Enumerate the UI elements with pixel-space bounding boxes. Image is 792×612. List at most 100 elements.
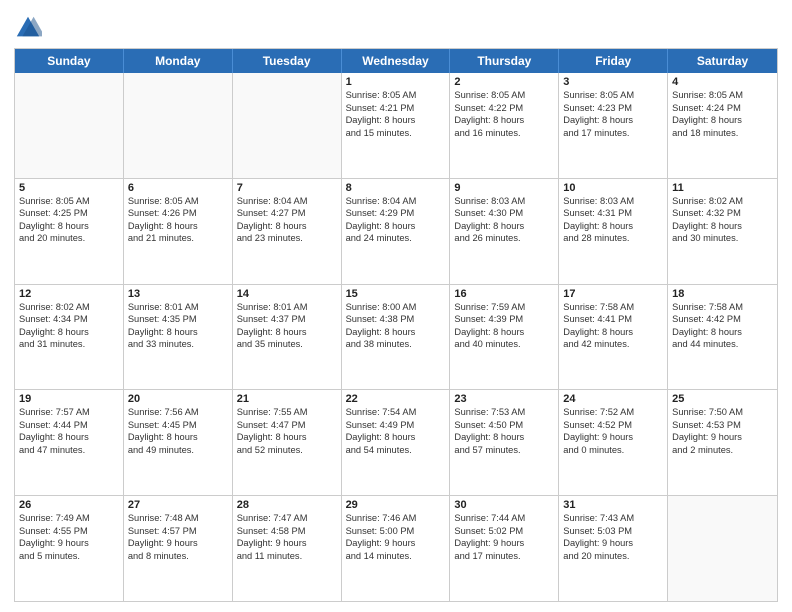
- cell-info-line: Sunset: 4:32 PM: [672, 207, 773, 220]
- cell-info-line: Sunset: 5:02 PM: [454, 525, 554, 538]
- cell-info-line: and 17 minutes.: [454, 550, 554, 563]
- cell-info-line: Sunrise: 8:05 AM: [128, 195, 228, 208]
- day-number: 8: [346, 182, 446, 194]
- cell-info-line: Sunset: 4:23 PM: [563, 102, 663, 115]
- table-row: 3Sunrise: 8:05 AMSunset: 4:23 PMDaylight…: [559, 73, 668, 178]
- cell-info-line: Sunrise: 7:43 AM: [563, 512, 663, 525]
- cell-info-line: Sunrise: 8:05 AM: [454, 89, 554, 102]
- logo-icon: [14, 14, 42, 42]
- cell-info-line: and 17 minutes.: [563, 127, 663, 140]
- table-row: 18Sunrise: 7:58 AMSunset: 4:42 PMDayligh…: [668, 285, 777, 390]
- day-number: 21: [237, 393, 337, 405]
- logo: [14, 14, 46, 42]
- day-number: 16: [454, 288, 554, 300]
- header-cell-thursday: Thursday: [450, 49, 559, 73]
- table-row: 30Sunrise: 7:44 AMSunset: 5:02 PMDayligh…: [450, 496, 559, 601]
- table-row: 11Sunrise: 8:02 AMSunset: 4:32 PMDayligh…: [668, 179, 777, 284]
- cell-info-line: Sunset: 4:27 PM: [237, 207, 337, 220]
- calendar-week-5: 26Sunrise: 7:49 AMSunset: 4:55 PM Dayligh…: [15, 495, 777, 601]
- cell-info-line: Sunset: 4:29 PM: [346, 207, 446, 220]
- cell-info-line: and 42 minutes.: [563, 338, 663, 351]
- table-row: 1Sunrise: 8:05 AMSunset: 4:21 PMDaylight…: [342, 73, 451, 178]
- cell-info-line: Sunrise: 8:05 AM: [346, 89, 446, 102]
- cell-info-line: Sunrise: 7:55 AM: [237, 406, 337, 419]
- table-row: 10Sunrise: 8:03 AMSunset: 4:31 PMDayligh…: [559, 179, 668, 284]
- day-number: 10: [563, 182, 663, 194]
- cell-info-line: Daylight: 8 hours: [128, 220, 228, 233]
- table-row: 16Sunrise: 7:59 AMSunset: 4:39 PMDayligh…: [450, 285, 559, 390]
- table-row: 26Sunrise: 7:49 AMSunset: 4:55 PMDayligh…: [15, 496, 124, 601]
- cell-info-line: and 49 minutes.: [128, 444, 228, 457]
- cell-info-line: and 21 minutes.: [128, 232, 228, 245]
- cell-info-line: Sunset: 4:22 PM: [454, 102, 554, 115]
- cell-info-line: Sunset: 4:37 PM: [237, 313, 337, 326]
- day-number: 30: [454, 499, 554, 511]
- cell-info-line: Sunset: 4:21 PM: [346, 102, 446, 115]
- table-row: 6Sunrise: 8:05 AMSunset: 4:26 PMDaylight…: [124, 179, 233, 284]
- cell-info-line: Daylight: 9 hours: [563, 537, 663, 550]
- cell-info-line: Sunrise: 8:05 AM: [563, 89, 663, 102]
- cell-info-line: Sunrise: 8:00 AM: [346, 301, 446, 314]
- cell-info-line: Sunset: 4:52 PM: [563, 419, 663, 432]
- cell-info-line: Sunrise: 8:05 AM: [672, 89, 773, 102]
- day-number: 31: [563, 499, 663, 511]
- cell-info-line: Daylight: 9 hours: [128, 537, 228, 550]
- table-row: 29Sunrise: 7:46 AMSunset: 5:00 PMDayligh…: [342, 496, 451, 601]
- cell-info-line: Daylight: 8 hours: [454, 326, 554, 339]
- cell-info-line: Daylight: 8 hours: [237, 326, 337, 339]
- cell-info-line: Sunrise: 8:05 AM: [19, 195, 119, 208]
- cell-info-line: and 8 minutes.: [128, 550, 228, 563]
- day-number: 5: [19, 182, 119, 194]
- day-number: 26: [19, 499, 119, 511]
- day-number: 22: [346, 393, 446, 405]
- table-row: 31Sunrise: 7:43 AMSunset: 5:03 PMDayligh…: [559, 496, 668, 601]
- cell-info-line: and 38 minutes.: [346, 338, 446, 351]
- cell-info-line: and 30 minutes.: [672, 232, 773, 245]
- calendar-header-row: SundayMondayTuesdayWednesdayThursdayFrid…: [15, 49, 777, 73]
- cell-info-line: Sunset: 5:03 PM: [563, 525, 663, 538]
- header-cell-tuesday: Tuesday: [233, 49, 342, 73]
- day-number: 1: [346, 76, 446, 88]
- cell-info-line: Sunset: 4:49 PM: [346, 419, 446, 432]
- day-number: 25: [672, 393, 773, 405]
- calendar-week-2: 5Sunrise: 8:05 AMSunset: 4:25 PMDaylight…: [15, 178, 777, 284]
- cell-info-line: Daylight: 8 hours: [128, 326, 228, 339]
- cell-info-line: and 18 minutes.: [672, 127, 773, 140]
- cell-info-line: and 28 minutes.: [563, 232, 663, 245]
- cell-info-line: Daylight: 9 hours: [237, 537, 337, 550]
- cell-info-line: Daylight: 8 hours: [346, 431, 446, 444]
- table-row: 27Sunrise: 7:48 AMSunset: 4:57 PMDayligh…: [124, 496, 233, 601]
- day-number: 14: [237, 288, 337, 300]
- cell-info-line: Sunset: 4:35 PM: [128, 313, 228, 326]
- cell-info-line: Sunrise: 8:03 AM: [563, 195, 663, 208]
- table-row: 2Sunrise: 8:05 AMSunset: 4:22 PMDaylight…: [450, 73, 559, 178]
- cell-info-line: Sunrise: 7:52 AM: [563, 406, 663, 419]
- cell-info-line: and 33 minutes.: [128, 338, 228, 351]
- day-number: 4: [672, 76, 773, 88]
- cell-info-line: Daylight: 8 hours: [672, 326, 773, 339]
- table-row: 28Sunrise: 7:47 AMSunset: 4:58 PMDayligh…: [233, 496, 342, 601]
- cell-info-line: Sunset: 4:55 PM: [19, 525, 119, 538]
- cell-info-line: Sunrise: 7:58 AM: [563, 301, 663, 314]
- table-row: 25Sunrise: 7:50 AMSunset: 4:53 PMDayligh…: [668, 390, 777, 495]
- cell-info-line: Sunset: 4:38 PM: [346, 313, 446, 326]
- cell-info-line: Sunrise: 7:58 AM: [672, 301, 773, 314]
- table-row: 20Sunrise: 7:56 AMSunset: 4:45 PMDayligh…: [124, 390, 233, 495]
- cell-info-line: and 5 minutes.: [19, 550, 119, 563]
- cell-info-line: Daylight: 8 hours: [346, 220, 446, 233]
- cell-info-line: Daylight: 9 hours: [563, 431, 663, 444]
- cell-info-line: Sunset: 4:30 PM: [454, 207, 554, 220]
- cell-info-line: Sunset: 4:39 PM: [454, 313, 554, 326]
- cell-info-line: Daylight: 8 hours: [237, 431, 337, 444]
- cell-info-line: Sunrise: 7:49 AM: [19, 512, 119, 525]
- cell-info-line: Daylight: 8 hours: [454, 220, 554, 233]
- cell-info-line: Sunset: 4:57 PM: [128, 525, 228, 538]
- cell-info-line: Daylight: 8 hours: [454, 114, 554, 127]
- day-number: 7: [237, 182, 337, 194]
- cell-info-line: Daylight: 8 hours: [672, 220, 773, 233]
- cell-info-line: Sunrise: 7:57 AM: [19, 406, 119, 419]
- table-row: 9Sunrise: 8:03 AMSunset: 4:30 PMDaylight…: [450, 179, 559, 284]
- cell-info-line: Sunrise: 8:02 AM: [19, 301, 119, 314]
- table-row: 22Sunrise: 7:54 AMSunset: 4:49 PMDayligh…: [342, 390, 451, 495]
- cell-info-line: Daylight: 8 hours: [346, 114, 446, 127]
